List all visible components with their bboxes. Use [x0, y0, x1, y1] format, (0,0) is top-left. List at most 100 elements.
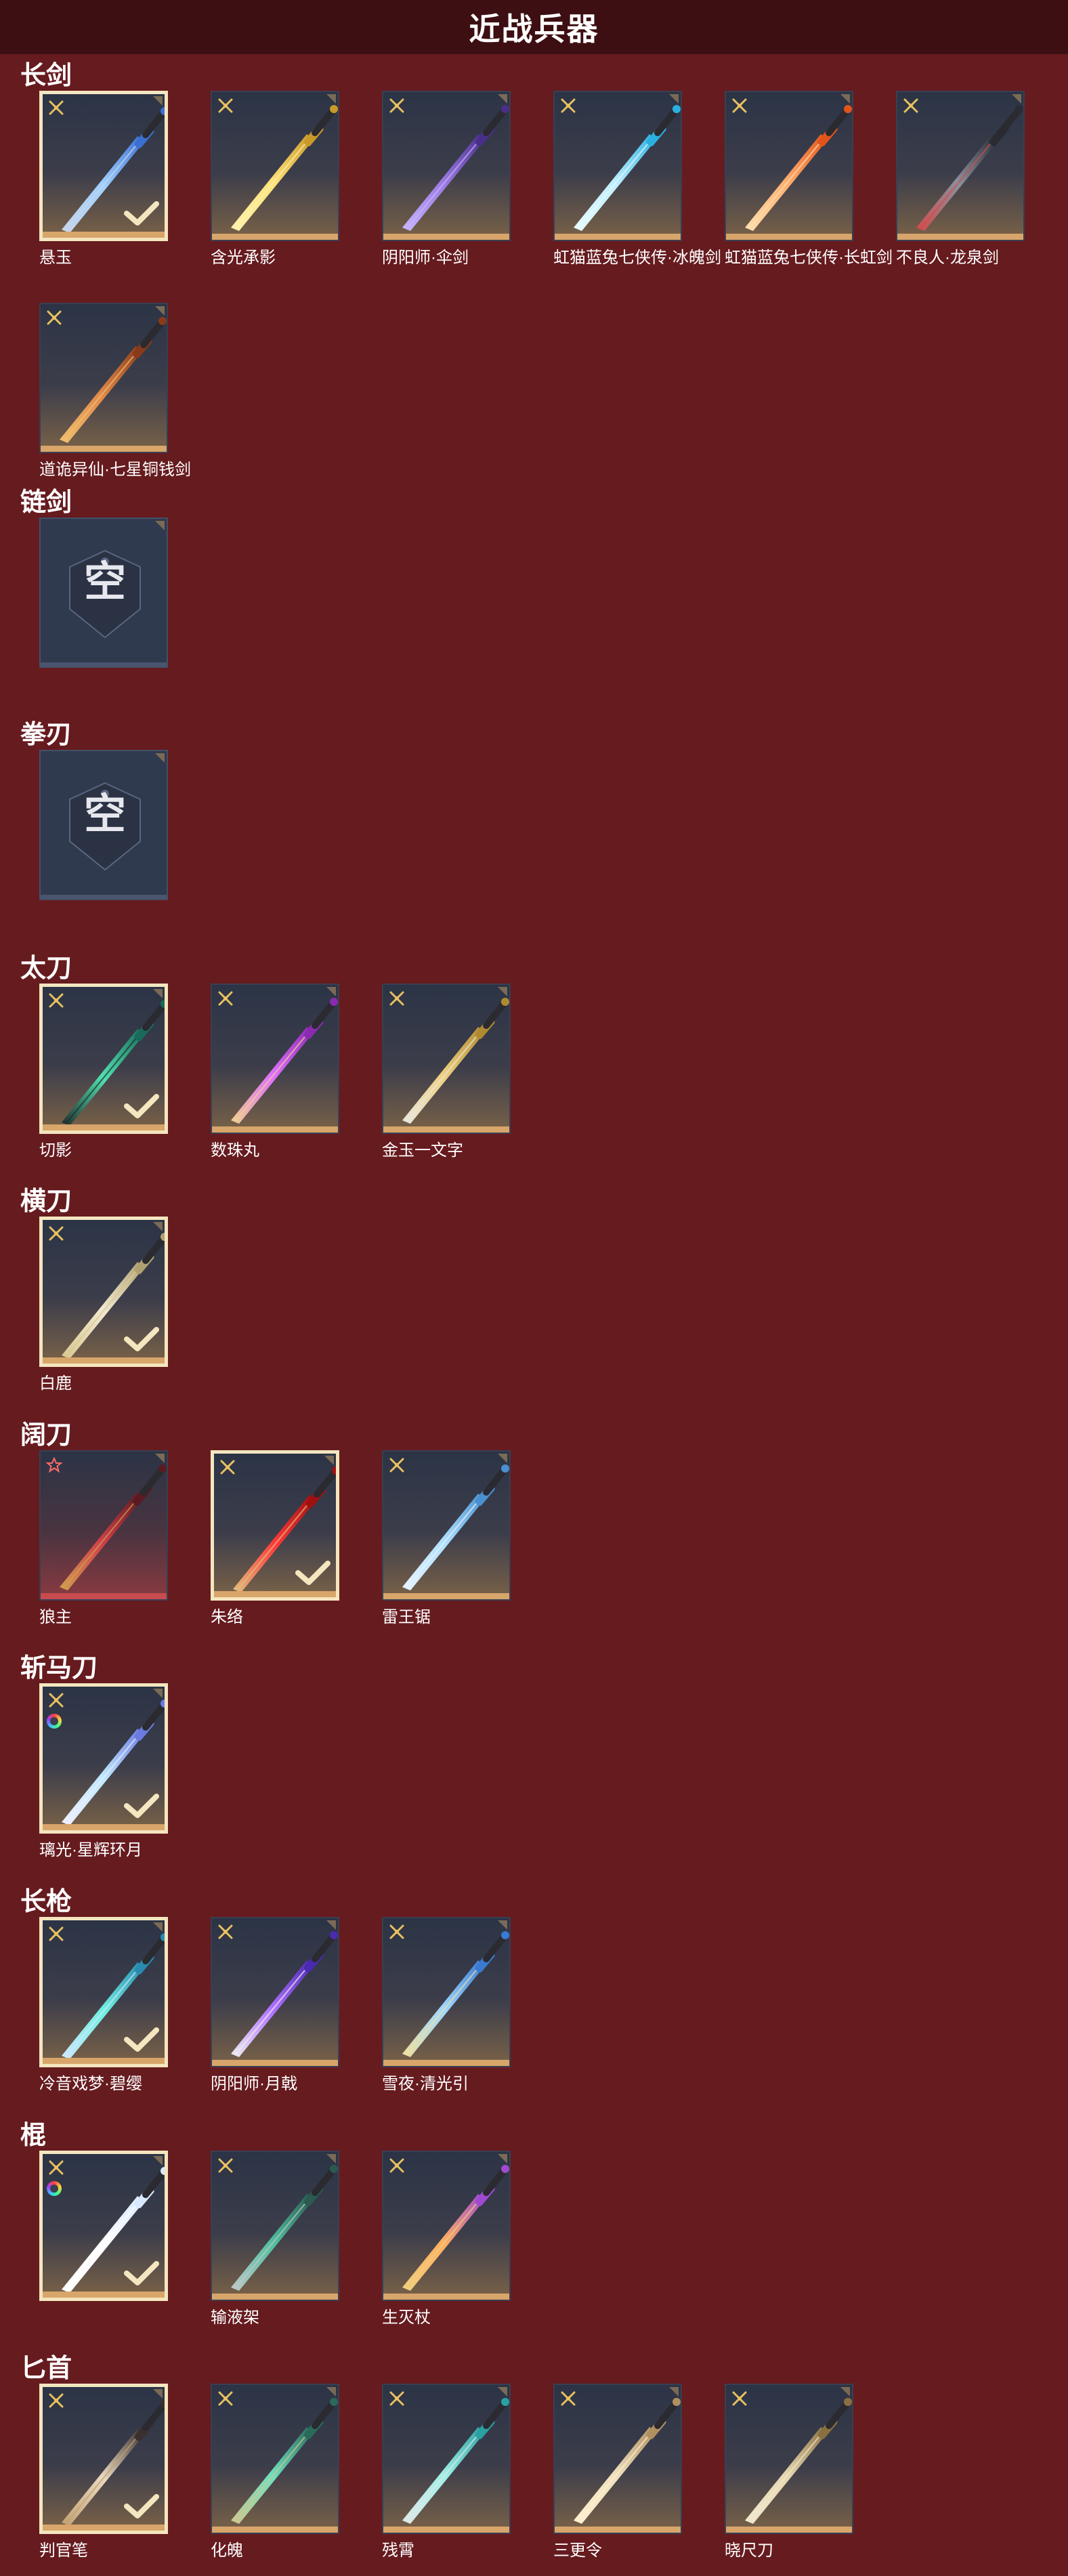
weapon-tile[interactable]	[896, 91, 1025, 241]
weapon-tile[interactable]	[725, 2384, 853, 2534]
weapon-tile[interactable]	[553, 2384, 682, 2534]
weapon-art	[916, 105, 1023, 231]
gold-rank-badge-icon	[389, 2158, 404, 2173]
weapon-tile[interactable]	[39, 1917, 168, 2067]
gold-rank-badge-icon	[49, 1693, 64, 1708]
weapon-tile[interactable]	[382, 1450, 511, 1601]
rarity-bar	[41, 1593, 167, 1599]
gold-rank-badge-icon	[218, 2158, 233, 2173]
weapon-tile[interactable]	[39, 1683, 168, 1834]
rarity-bar	[383, 1126, 509, 1133]
equipped-check-icon	[295, 1561, 330, 1585]
weapon-tile[interactable]	[211, 1450, 339, 1601]
equipped-check-icon	[124, 2027, 159, 2052]
weapon-tile[interactable]	[382, 91, 511, 241]
weapon-art	[402, 105, 509, 231]
rarity-bar	[43, 2058, 165, 2064]
corner-marker-icon	[324, 1456, 334, 1465]
equipped-check-icon	[124, 2261, 159, 2285]
top-bar: 近战兵器	[0, 0, 1068, 54]
section-title: 长枪	[20, 1888, 72, 1916]
weapon-name: 生灭杖	[382, 2308, 431, 2327]
weapon-name: 化魄	[211, 2541, 243, 2560]
weapon-art	[231, 2165, 338, 2291]
weapon-art	[402, 1931, 509, 2057]
weapon-name: 三更令	[553, 2541, 602, 2560]
weapon-art	[231, 998, 338, 1124]
rarity-bar	[212, 2060, 338, 2066]
gold-rank-badge-icon	[389, 98, 404, 113]
page-title: 近战兵器	[469, 12, 599, 47]
weapon-art	[231, 105, 338, 231]
section-title: 链剑	[20, 488, 72, 517]
gold-rank-badge-icon	[218, 98, 233, 113]
weapon-tile[interactable]	[382, 984, 511, 1134]
rarity-bar	[726, 234, 852, 240]
weapon-tile[interactable]	[382, 2151, 511, 2301]
weapon-tile[interactable]	[39, 2151, 168, 2301]
weapon-name: 狼主	[39, 1608, 72, 1626]
rarity-bar	[383, 2294, 509, 2300]
weapon-art	[231, 1931, 338, 2057]
weapon-art	[745, 105, 852, 231]
corner-marker-icon	[498, 1454, 507, 1463]
weapon-tile[interactable]	[39, 2384, 168, 2534]
weapon-name: 冷音戏梦·碧缨	[39, 2075, 142, 2093]
weapon-name: 金玉一文字	[382, 1141, 463, 1160]
empty-slot[interactable]: 空	[39, 750, 168, 900]
gold-rank-badge-icon	[732, 98, 747, 113]
weapon-art	[402, 2398, 509, 2524]
corner-marker-icon	[153, 2389, 163, 2399]
corner-marker-icon	[326, 1920, 336, 1930]
empty-slot-emblem: 空	[41, 519, 167, 667]
weapon-tile[interactable]	[382, 1917, 511, 2067]
corner-marker-icon	[669, 2387, 679, 2396]
weapon-tile[interactable]	[39, 1450, 168, 1601]
rarity-bar	[212, 2527, 338, 2533]
gold-rank-badge-icon	[389, 1458, 404, 1473]
weapon-name: 输液架	[211, 2308, 259, 2327]
weapon-name: 晓尺刀	[725, 2541, 773, 2560]
rainbow-ring-icon	[47, 2181, 62, 2196]
weapon-name: 白鹿	[39, 1374, 72, 1393]
weapon-tile[interactable]	[211, 2151, 339, 2301]
weapon-tile[interactable]	[39, 984, 168, 1134]
corner-marker-icon	[155, 753, 165, 763]
gold-rank-badge-icon	[218, 2391, 233, 2406]
rarity-bar	[41, 446, 167, 452]
weapon-tile[interactable]	[725, 91, 853, 241]
rarity-bar	[383, 1593, 509, 1599]
weapon-tile[interactable]	[211, 1917, 339, 2067]
rarity-bar	[41, 662, 167, 667]
weapon-art	[60, 317, 167, 443]
weapon-tile[interactable]	[39, 1217, 168, 1367]
weapon-tile[interactable]	[553, 91, 682, 241]
weapon-tile[interactable]	[211, 2384, 339, 2534]
weapon-tile[interactable]	[382, 2384, 511, 2534]
rarity-bar	[383, 2527, 509, 2533]
red-star-badge-icon	[46, 1457, 62, 1473]
weapon-art	[231, 2398, 338, 2524]
equipped-check-icon	[124, 1094, 159, 1118]
weapon-tile[interactable]	[211, 984, 339, 1134]
weapon-art	[402, 2165, 509, 2291]
weapon-art	[402, 1464, 509, 1590]
weapon-name: 判官笔	[39, 2541, 88, 2560]
empty-slot[interactable]: 空	[39, 518, 168, 668]
corner-marker-icon	[153, 2156, 163, 2166]
corner-marker-icon	[498, 1920, 507, 1930]
gold-rank-badge-icon	[389, 2391, 404, 2406]
gold-rank-badge-icon	[49, 1926, 64, 1941]
weapon-name: 残霄	[382, 2541, 414, 2560]
weapon-tile[interactable]	[211, 91, 339, 241]
weapon-tile[interactable]	[39, 303, 168, 453]
weapon-name: 含光承影	[211, 249, 276, 267]
corner-marker-icon	[326, 987, 336, 996]
section-title: 横刀	[20, 1187, 72, 1216]
rarity-bar	[43, 232, 165, 238]
weapon-tile[interactable]	[39, 91, 168, 241]
empty-slot-emblem: 空	[41, 751, 167, 899]
equipped-check-icon	[124, 201, 159, 226]
weapon-art	[574, 2398, 681, 2524]
weapon-name: 道诡异仙·七星铜钱剑	[39, 461, 191, 479]
